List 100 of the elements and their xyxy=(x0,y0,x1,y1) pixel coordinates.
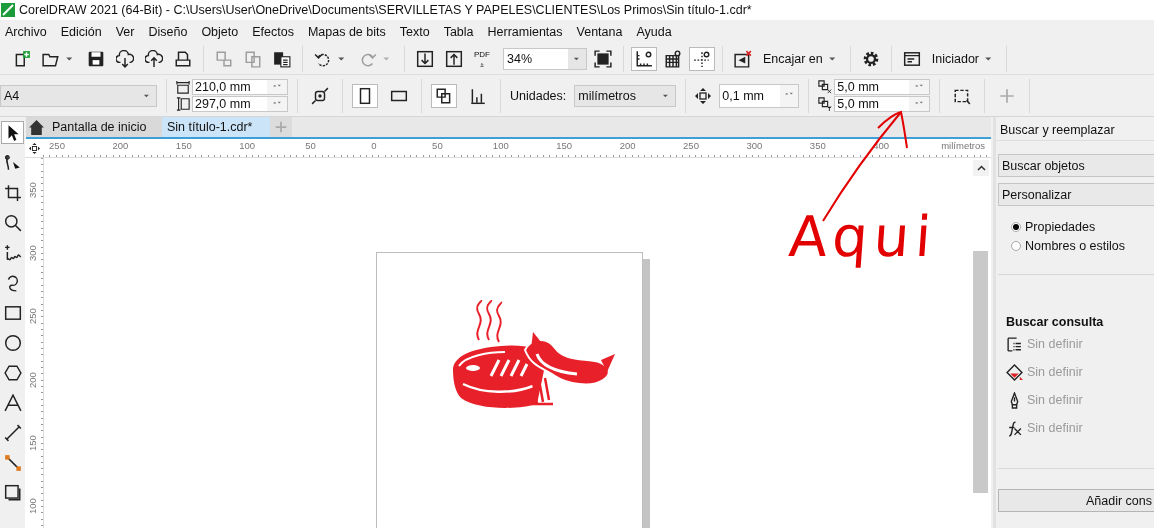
four-way-arrow-icon xyxy=(695,87,712,104)
menu-item[interactable]: Ventana xyxy=(571,24,632,39)
handwritten-note: Aqui xyxy=(786,204,940,269)
scrollbar-thumb[interactable] xyxy=(973,251,988,493)
cloud-upload-icon xyxy=(145,49,163,68)
grid-icon xyxy=(664,49,682,68)
dropdown-menu-button[interactable]: Encajar en xyxy=(759,46,843,71)
ruler-label: 350 xyxy=(809,140,826,151)
drawing-canvas[interactable] xyxy=(44,158,972,528)
arrow-icon xyxy=(478,62,486,67)
tool-button[interactable] xyxy=(1,391,24,414)
ellipse-icon xyxy=(3,333,22,352)
toolbar-button[interactable] xyxy=(431,83,457,108)
ruler-label: 50 xyxy=(432,140,443,151)
ruler-label: 250 xyxy=(683,140,699,151)
menu-item[interactable]: Efectos xyxy=(247,24,303,39)
offset-x-icon xyxy=(818,80,833,94)
guidelines-toggle[interactable] xyxy=(689,46,715,71)
magnifier-icon xyxy=(3,213,22,232)
squares-icon xyxy=(215,49,233,68)
width-field[interactable]: 210,0 mm xyxy=(192,79,288,95)
ruler-label: 50 xyxy=(305,140,316,151)
ruler-label: 250 xyxy=(49,140,65,151)
snap-off-icon xyxy=(734,49,752,68)
outline-nodes-icon xyxy=(1006,335,1023,353)
target-icon xyxy=(311,86,329,105)
house-icon xyxy=(28,118,45,136)
radio-button[interactable]: Nombres o estilos xyxy=(1011,239,1154,253)
menu-item[interactable]: Archivo xyxy=(0,24,56,39)
pdf-button[interactable]: PDF xyxy=(470,46,494,71)
full-screen-icon xyxy=(594,49,612,68)
query-label: Sin definir xyxy=(1027,365,1083,379)
dropdown[interactable]: Personalizar xyxy=(998,183,1154,206)
ruler-label: 100 xyxy=(239,140,256,151)
square-shadow-icon xyxy=(3,483,22,502)
fill-bucket-icon xyxy=(1006,363,1023,381)
ruler-label: 200 xyxy=(619,140,636,151)
query-label: Sin definir xyxy=(1027,337,1083,351)
settings-icon xyxy=(861,49,880,68)
document-tab[interactable]: Sin título-1.cdr* xyxy=(162,117,270,137)
bars-icon xyxy=(469,86,487,105)
page-size-combo-box[interactable]: A4 xyxy=(0,84,157,107)
pages-icon xyxy=(244,49,262,68)
menu-item[interactable]: Diseño xyxy=(143,24,197,39)
height-field[interactable]: 297,0 mm xyxy=(192,96,288,112)
units-combo-box[interactable]: milímetros xyxy=(574,84,677,107)
scroll-up-button[interactable] xyxy=(973,160,989,176)
connector-icon xyxy=(3,453,22,472)
add-query-button[interactable]: Añadir cons xyxy=(998,489,1154,512)
ruler-label: 300 xyxy=(27,245,38,262)
dropdown[interactable]: Buscar objetos xyxy=(998,154,1154,177)
menu-item[interactable]: Tabla xyxy=(438,24,483,39)
page-width-icon xyxy=(176,80,190,94)
ruler-label: 200 xyxy=(112,140,129,151)
rulers-toggle[interactable] xyxy=(631,46,657,71)
ruler-label: 300 xyxy=(746,140,763,151)
letter-a-icon xyxy=(3,393,22,412)
ruler-label: 350 xyxy=(27,182,38,198)
radio-button[interactable]: Propiedades xyxy=(1011,220,1154,234)
menu-item[interactable]: Ayuda xyxy=(631,24,681,39)
nudge-field[interactable]: 0,1 mm xyxy=(719,83,800,108)
menu-item[interactable]: Objeto xyxy=(196,24,248,39)
menu-item[interactable]: Mapas de bits xyxy=(302,24,395,39)
export-icon xyxy=(445,49,463,68)
query-label: Sin definir xyxy=(1027,421,1083,435)
menu-item[interactable]: Texto xyxy=(394,24,439,39)
freehand-icon xyxy=(3,243,22,262)
new-document-icon xyxy=(13,49,31,68)
tool-button[interactable] xyxy=(1,121,24,144)
toolbar-button[interactable] xyxy=(352,83,378,108)
four-way-arrow-icon xyxy=(28,142,40,154)
menu-item[interactable]: Herramientas xyxy=(482,24,572,39)
window-icon xyxy=(902,49,921,68)
rectangle-icon xyxy=(3,303,22,322)
clipboard-icon xyxy=(273,49,291,68)
ruler-label: 200 xyxy=(27,371,38,388)
guidelines-icon xyxy=(693,49,711,68)
overlapping-pages-icon xyxy=(435,86,453,105)
plus-icon xyxy=(274,120,288,134)
window-title: CorelDRAW 2021 (64-Bit) - C:\Users\User\OneDrive\Documents\SERVILLETAS Y PAPELES\CLIENTES\Los Primos\Sin título-1.cdr* xyxy=(19,3,752,17)
ruler-unit: milímetros xyxy=(941,140,985,151)
ruler-label: 100 xyxy=(27,498,38,514)
menu-item[interactable]: Ver xyxy=(110,24,144,39)
offset-y-icon xyxy=(818,97,833,111)
query-label: Sin definir xyxy=(1027,393,1083,407)
ruler-label: 150 xyxy=(556,140,573,151)
node-edit-icon xyxy=(3,153,22,172)
duplicate-y-field[interactable]: 5,0 mm xyxy=(834,96,931,112)
zoom-combo-box[interactable]: 34% xyxy=(503,47,587,70)
dropdown-menu-button[interactable]: Iniciador xyxy=(927,46,999,71)
menu-item[interactable]: Edición xyxy=(55,24,111,39)
cloud-download-icon xyxy=(116,49,134,68)
crop-icon xyxy=(3,183,22,202)
duplicate-x-field[interactable]: 5,0 mm xyxy=(834,79,931,95)
document-tab[interactable]: Pantalla de inicio xyxy=(26,117,162,137)
units-label: Unidades: xyxy=(510,88,567,103)
section-heading: Buscar consulta xyxy=(1005,314,1105,329)
ruler-label: 150 xyxy=(27,434,38,451)
ruler-label: 0 xyxy=(371,140,377,151)
chevron-up-icon xyxy=(976,165,986,171)
